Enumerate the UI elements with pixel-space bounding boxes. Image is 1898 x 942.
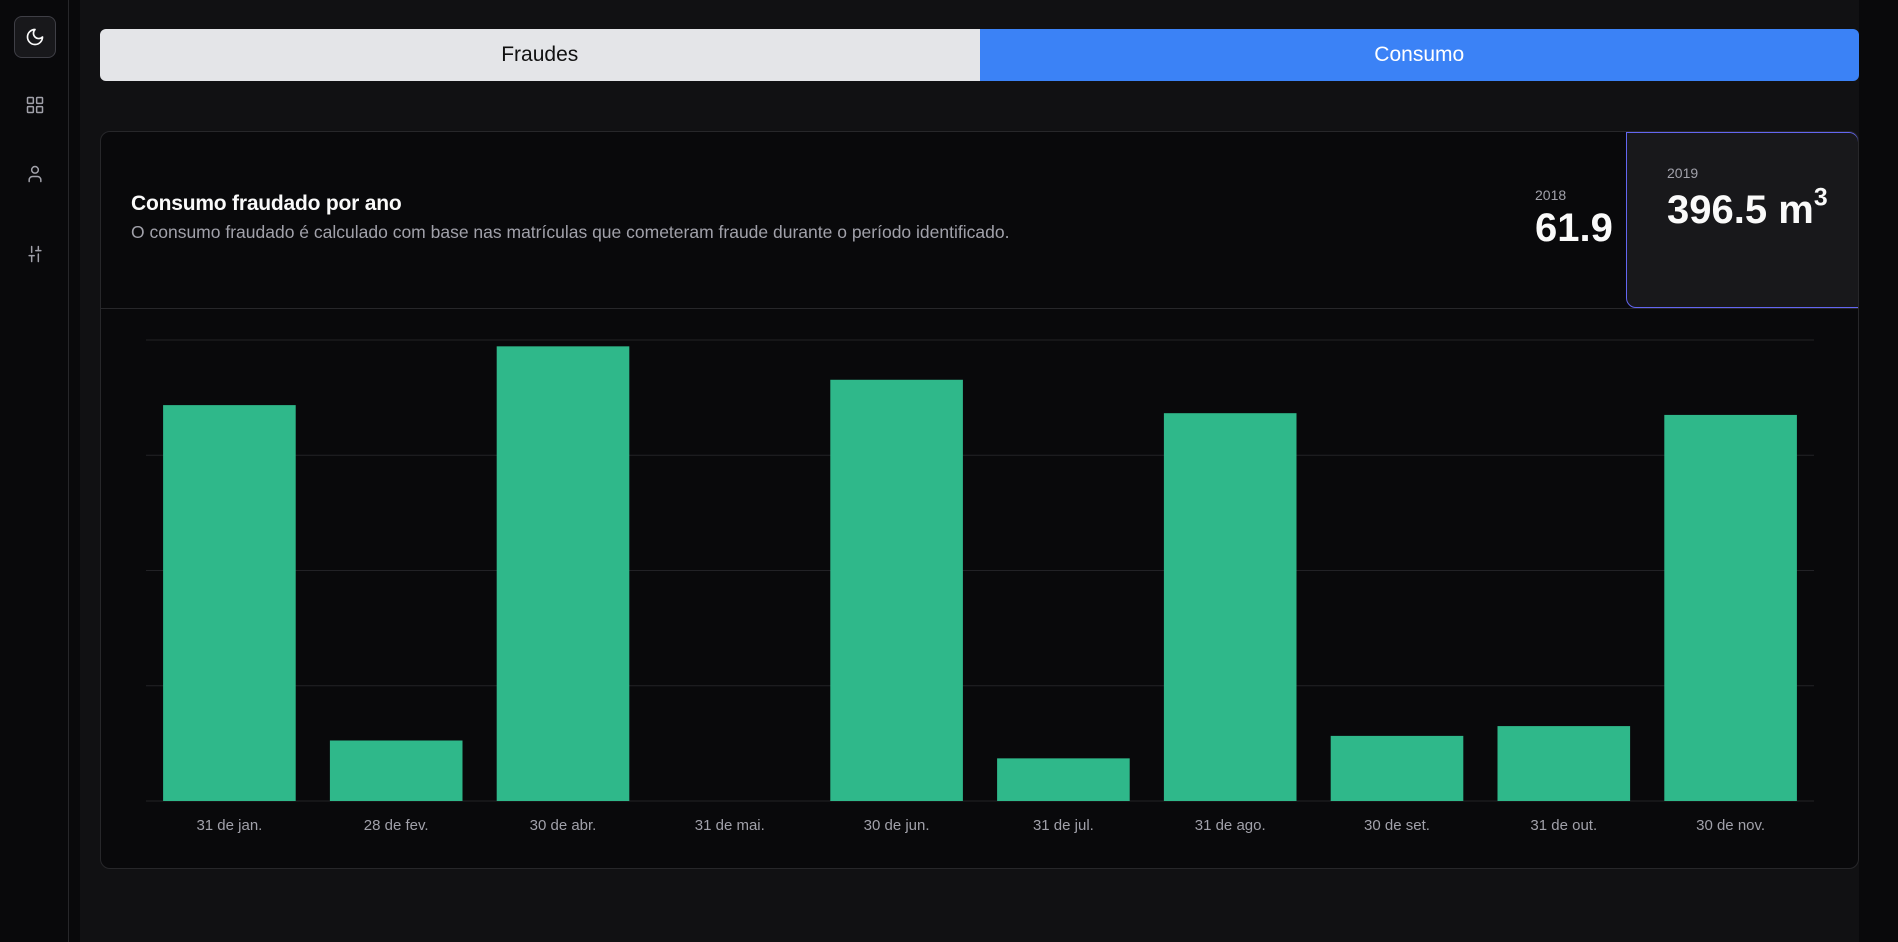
x-tick-label: 31 de ago.	[1195, 817, 1266, 834]
stat-2018-button[interactable]: 2018 61.9 m3	[1467, 132, 1673, 308]
card-header: Consumo fraudado por ano O consumo fraud…	[101, 132, 1858, 309]
bar[interactable]	[1497, 726, 1631, 801]
sidebar	[0, 0, 69, 942]
user-icon	[28, 165, 42, 183]
bar[interactable]	[496, 346, 630, 801]
grid-icon	[26, 96, 44, 114]
stat-year-label: 2019	[1667, 165, 1699, 181]
bar[interactable]	[163, 405, 296, 801]
bar[interactable]	[1664, 414, 1797, 801]
theme-toggle-button[interactable]	[14, 16, 56, 58]
sidebar-item-dashboard[interactable]	[14, 84, 56, 126]
x-tick-label: 30 de jun.	[864, 817, 930, 834]
sidebar-item-settings[interactable]	[14, 233, 56, 275]
x-tick-label: 31 de jan.	[196, 817, 262, 834]
stat-year-label: 2018	[1535, 187, 1567, 203]
tab-fraudes[interactable]: Fraudes	[100, 29, 980, 81]
bar[interactable]	[1163, 413, 1297, 801]
x-tick-label: 30 de nov.	[1696, 817, 1765, 834]
moon-icon	[26, 28, 44, 46]
bar[interactable]	[997, 758, 1130, 801]
x-tick-label: 30 de set.	[1364, 817, 1430, 834]
card-title: Consumo fraudado por ano	[131, 192, 402, 215]
x-tick-label: 31 de jul.	[1033, 817, 1094, 834]
bar[interactable]	[329, 740, 463, 801]
view-tabs: Fraudes Consumo	[100, 29, 1859, 81]
stat-unit: m	[1778, 188, 1814, 232]
sliders-icon	[28, 245, 42, 263]
bar[interactable]	[1330, 735, 1464, 801]
stat-2019-button[interactable]: 2019 396.5 m3	[1626, 132, 1858, 308]
x-tick-label: 31 de mai.	[695, 817, 765, 834]
bar[interactable]	[830, 379, 963, 801]
x-tick-label: 30 de abr.	[530, 817, 597, 834]
sidebar-item-users[interactable]	[14, 153, 56, 195]
stat-number: 61.9	[1535, 206, 1613, 250]
consumption-card: Consumo fraudado por ano O consumo fraud…	[100, 131, 1859, 869]
tab-consumo[interactable]: Consumo	[979, 29, 1859, 81]
bar-chart: 31 de jan. 28 de fev. 30 de abr. 31 de mai.…	[146, 339, 1814, 834]
x-tick-label: 31 de out.	[1530, 817, 1597, 834]
stat-number: 396.5	[1667, 188, 1768, 232]
stat-value: 396.5 m3	[1667, 186, 1847, 232]
stat-unit-exponent: 3	[1813, 184, 1828, 212]
x-tick-label: 28 de fev.	[364, 817, 429, 834]
card-description: O consumo fraudado é calculado com base …	[131, 222, 1010, 242]
